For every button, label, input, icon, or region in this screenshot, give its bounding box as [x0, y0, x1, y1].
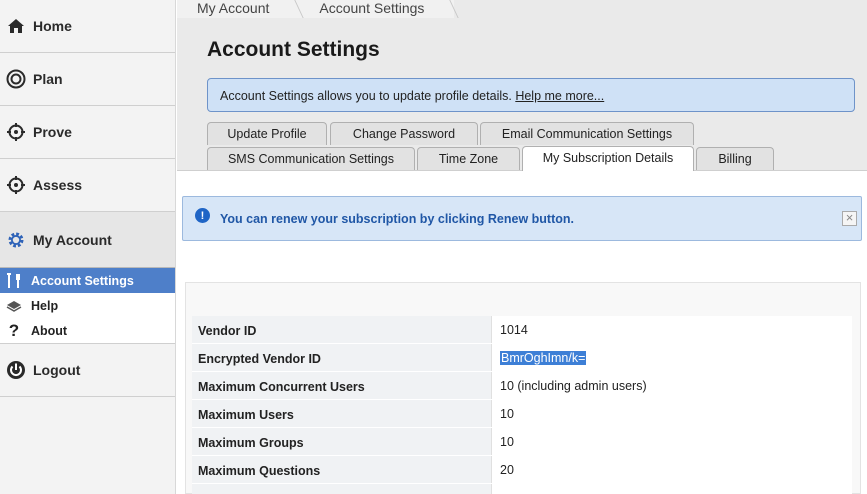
breadcrumb-account-settings[interactable]: Account Settings [299, 0, 454, 18]
sidebar-item-label: About [31, 323, 68, 338]
row-label: Maximum Questions [192, 456, 492, 483]
tab-update-profile[interactable]: Update Profile [207, 122, 327, 145]
row-label: Maximum Concurrent Users [192, 372, 492, 399]
tab-email-settings[interactable]: Email Communication Settings [480, 122, 694, 145]
row-label: Maximum Groups [192, 428, 492, 455]
nav-prove-label: Prove [33, 124, 72, 140]
info-icon: ! [195, 208, 210, 223]
nav-home[interactable]: Home [0, 0, 175, 53]
breadcrumb: My Account Account Settings [177, 0, 455, 18]
row-value: 10 [492, 400, 852, 427]
target-icon [6, 69, 26, 89]
sidebar-item-label: Help [31, 298, 59, 313]
book-icon [6, 298, 22, 314]
tools-icon [6, 272, 22, 289]
row-label: Encrypted Vendor ID [192, 344, 492, 371]
crosshair-icon [6, 122, 26, 142]
row-value: 10 (including admin users) [492, 372, 852, 399]
tab-time-zone[interactable]: Time Zone [417, 147, 520, 170]
row-label [192, 484, 492, 494]
table-row: Maximum Concurrent Users 10 (including a… [192, 372, 852, 400]
nav-my-account[interactable]: My Account [0, 212, 175, 268]
table-row: Maximum Questions 20 [192, 456, 852, 484]
power-icon [6, 360, 26, 380]
nav-logout[interactable]: Logout [0, 344, 175, 397]
subscription-details-table: Vendor ID 1014 Encrypted Vendor ID BmrOg… [192, 316, 852, 494]
table-row-partial [192, 484, 852, 494]
question-icon: ? [8, 320, 20, 340]
row-value: 10 [492, 428, 852, 455]
nav-assess-label: Assess [33, 177, 83, 193]
tab-billing[interactable]: Billing [696, 147, 774, 170]
help-link[interactable]: Help me more... [515, 89, 604, 103]
crosshair-icon [6, 175, 26, 195]
gear-icon [6, 230, 26, 250]
row-value: 1014 [492, 316, 852, 343]
table-row: Encrypted Vendor ID BmrOghImn/k= [192, 344, 852, 372]
nav-home-label: Home [33, 18, 72, 34]
info-text: Account Settings allows you to update pr… [220, 89, 516, 103]
encrypted-vendor-id-value[interactable]: BmrOghImn/k= [500, 351, 587, 365]
nav-my-account-label: My Account [33, 231, 112, 248]
main-content: My Account Account Settings Account Sett… [177, 0, 867, 494]
tab-change-password[interactable]: Change Password [330, 122, 478, 145]
table-row: Vendor ID 1014 [192, 316, 852, 344]
table-row: Maximum Users 10 [192, 400, 852, 428]
notice-text: You can renew your subscription by click… [220, 211, 574, 226]
nav-logout-label: Logout [33, 362, 81, 378]
breadcrumb-my-account[interactable]: My Account [177, 0, 299, 18]
row-value: BmrOghImn/k= [492, 344, 852, 371]
sidebar-item-label: Account Settings [31, 273, 134, 288]
nav-prove[interactable]: Prove [0, 106, 175, 159]
nav-plan-label: Plan [33, 71, 63, 87]
close-icon[interactable]: × [842, 211, 857, 226]
page-title: Account Settings [207, 38, 380, 61]
sidebar-item-help[interactable]: Help [0, 293, 175, 318]
account-subnav: Account Settings Help ? About [0, 268, 175, 344]
header-area: My Account Account Settings Account Sett… [177, 0, 867, 171]
row-value [492, 484, 852, 494]
nav-plan[interactable]: Plan [0, 53, 175, 106]
tab-sms-settings[interactable]: SMS Communication Settings [207, 147, 415, 170]
row-label: Vendor ID [192, 316, 492, 343]
row-value: 20 [492, 456, 852, 483]
sidebar: Home Plan Prove Assess My Account Accoun… [0, 0, 176, 494]
tab-my-subscription-details[interactable]: My Subscription Details [522, 146, 694, 171]
home-icon [6, 16, 26, 36]
sidebar-item-account-settings[interactable]: Account Settings [0, 268, 175, 293]
info-box: Account Settings allows you to update pr… [207, 78, 855, 112]
table-row: Maximum Groups 10 [192, 428, 852, 456]
sidebar-item-about[interactable]: ? About [0, 318, 175, 343]
row-label: Maximum Users [192, 400, 492, 427]
renew-notice: ! You can renew your subscription by cli… [182, 196, 862, 241]
nav-assess[interactable]: Assess [0, 159, 175, 212]
